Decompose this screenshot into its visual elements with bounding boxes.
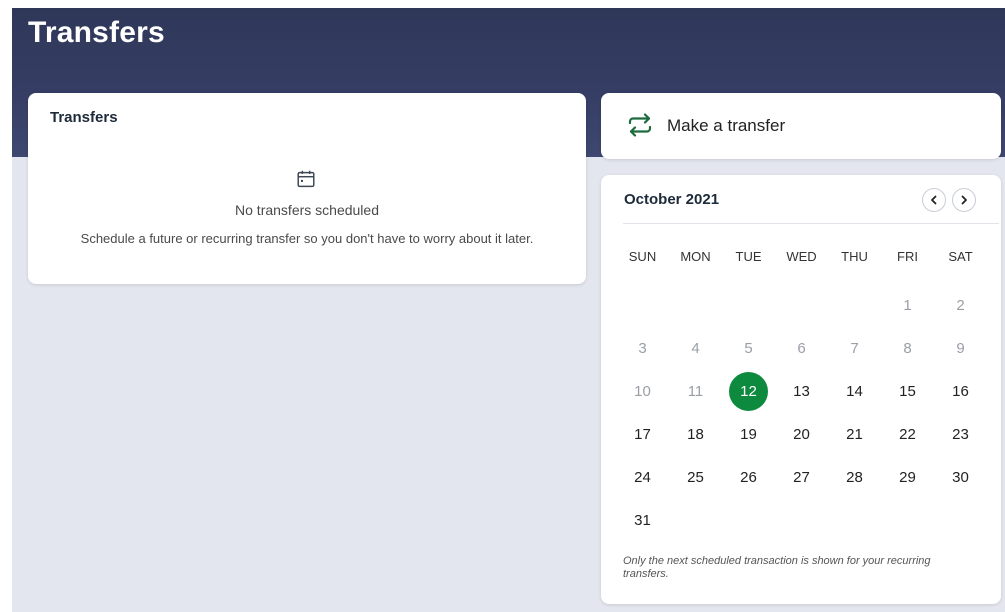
weekday-header: WED — [786, 248, 817, 264]
calendar-day: 8 — [903, 340, 912, 357]
calendar-empty-cell — [722, 284, 775, 327]
calendar-day: 11 — [687, 383, 704, 400]
calendar-day: 2 — [956, 297, 965, 314]
scheduled-transfers-card: Transfers No transfers scheduled Schedul… — [28, 93, 586, 284]
calendar-day[interactable]: 13 — [775, 370, 828, 413]
weekday-header: THU — [841, 248, 868, 264]
calendar-day: 7 — [850, 340, 859, 357]
calendar-empty-cell — [828, 284, 881, 327]
calendar-grid: SUN MON TUE WED THU FRI SAT 1 2 3 4 5 6 7 8 9 10 11 12 13 14… — [616, 241, 992, 542]
weekday-header: TUE — [735, 248, 762, 264]
calendar-day[interactable]: 29 — [881, 456, 934, 499]
calendar-day[interactable]: 17 — [616, 413, 669, 456]
calendar-day[interactable]: 20 — [775, 413, 828, 456]
calendar-day: 4 — [691, 340, 700, 357]
calendar-day: 6 — [797, 340, 806, 357]
calendar-day[interactable]: 31 — [616, 499, 669, 542]
transfer-arrows-icon — [628, 113, 652, 137]
calendar-card: October 2021 SUN MON TUE WED THU FRI SAT 1 2 3 4 5 6… — [601, 175, 1001, 604]
selected-day-label: 12 — [729, 372, 768, 411]
make-transfer-label: Make a transfer — [667, 116, 786, 135]
weekday-header: SUN — [628, 248, 657, 264]
calendar-empty-cell — [616, 284, 669, 327]
calendar-month-title: October 2021 — [624, 191, 720, 208]
make-transfer-button[interactable]: Make a transfer — [601, 93, 1001, 159]
page-title: Transfers — [28, 16, 165, 49]
app-container: Transfers Transfers No transfers schedul… — [12, 8, 1005, 612]
empty-state-title: No transfers scheduled — [235, 202, 379, 218]
chevron-left-icon — [931, 195, 937, 205]
weekday-header: FRI — [897, 248, 918, 264]
calendar-day: 3 — [638, 340, 647, 357]
calendar-day[interactable]: 18 — [669, 413, 722, 456]
calendar-day: 10 — [634, 383, 651, 400]
card-title: Transfers — [50, 109, 118, 126]
calendar-icon — [297, 170, 315, 188]
calendar-day[interactable]: 16 — [934, 370, 987, 413]
calendar-day[interactable]: 14 — [828, 370, 881, 413]
calendar-empty-cell — [669, 284, 722, 327]
empty-state-description: Schedule a future or recurring transfer … — [80, 231, 534, 246]
calendar-day[interactable]: 24 — [616, 456, 669, 499]
calendar-day-selected[interactable]: 12 — [722, 370, 775, 413]
calendar-day[interactable]: 30 — [934, 456, 987, 499]
calendar-day: 1 — [903, 297, 912, 314]
chevron-right-icon — [961, 195, 967, 205]
calendar-day[interactable]: 27 — [775, 456, 828, 499]
calendar-day[interactable]: 28 — [828, 456, 881, 499]
calendar-day[interactable]: 15 — [881, 370, 934, 413]
next-month-button[interactable] — [952, 188, 976, 212]
calendar-divider — [623, 223, 999, 224]
calendar-day[interactable]: 22 — [881, 413, 934, 456]
calendar-day[interactable]: 23 — [934, 413, 987, 456]
calendar-day[interactable]: 19 — [722, 413, 775, 456]
calendar-day[interactable]: 25 — [669, 456, 722, 499]
weekday-header: SAT — [948, 248, 973, 264]
calendar-day: 5 — [744, 340, 753, 357]
weekday-header: MON — [680, 248, 711, 264]
previous-month-button[interactable] — [922, 188, 946, 212]
recurring-note: Only the next scheduled transaction is s… — [623, 555, 931, 580]
calendar-empty-cell — [775, 284, 828, 327]
calendar-day[interactable]: 21 — [828, 413, 881, 456]
calendar-day: 9 — [956, 340, 965, 357]
calendar-day[interactable]: 26 — [722, 456, 775, 499]
